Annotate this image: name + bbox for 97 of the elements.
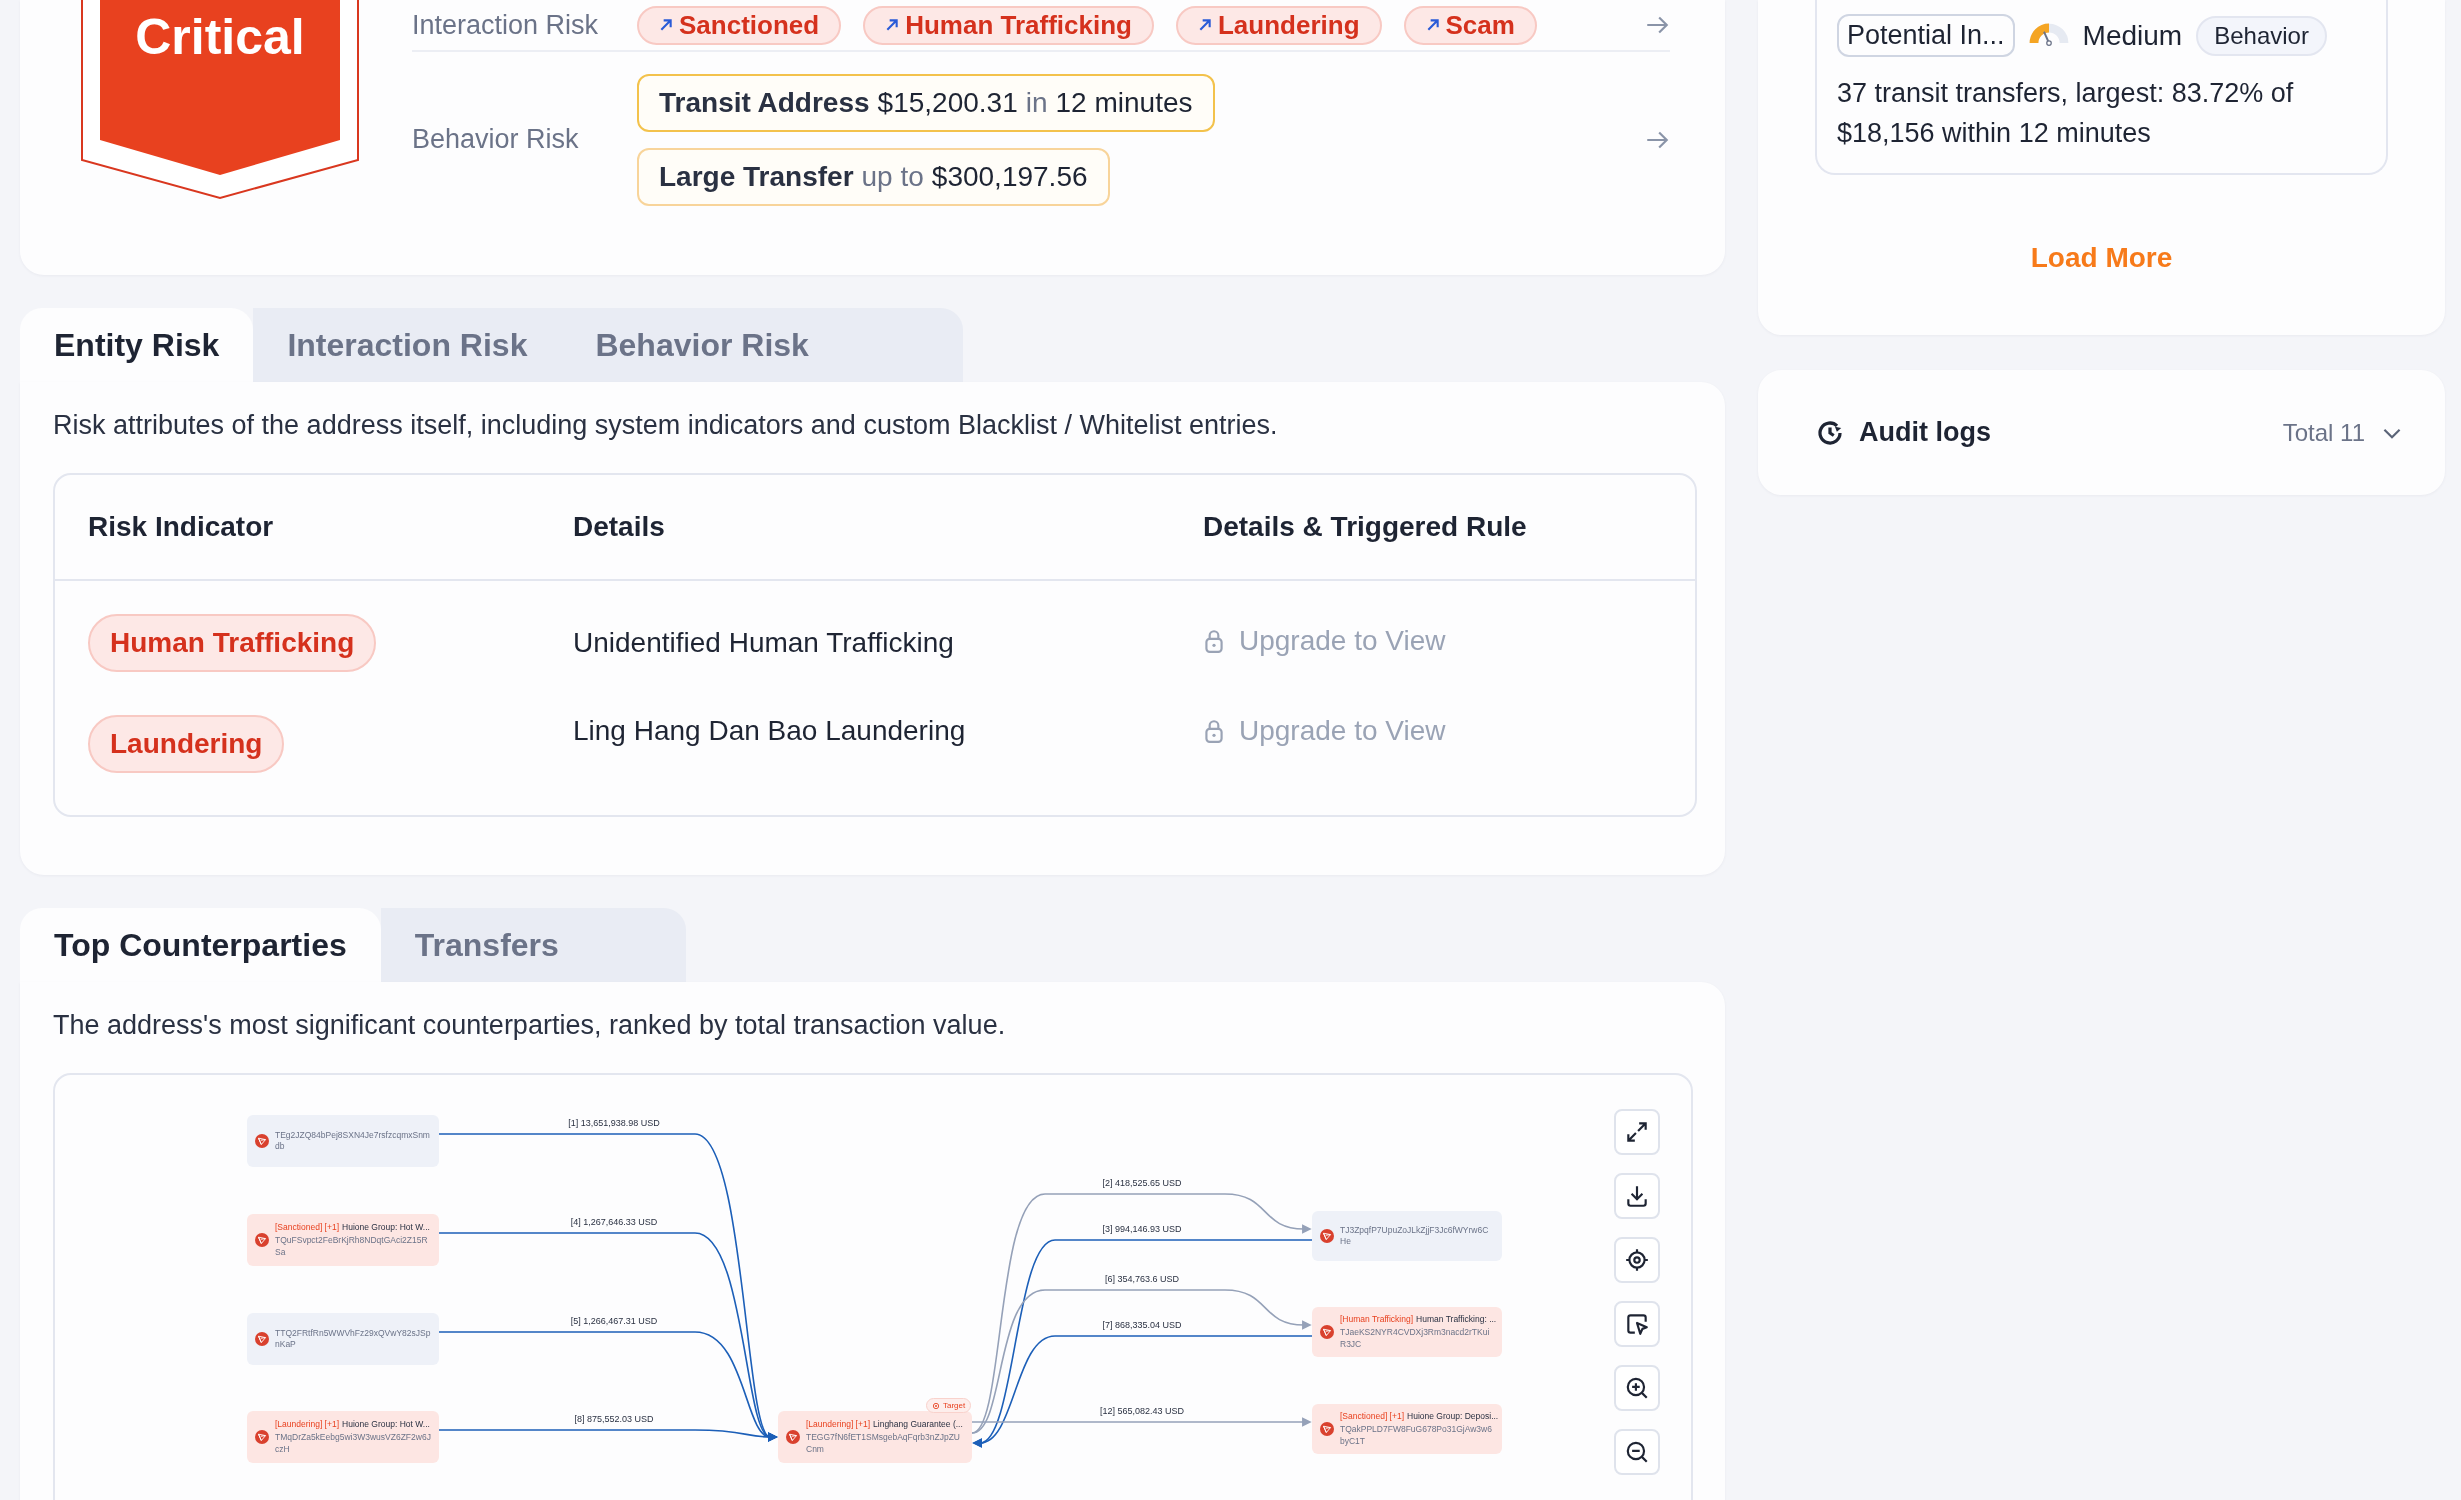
edge-label: [3] 994,146.93 USD: [1102, 1224, 1182, 1234]
tab[interactable]: Behavior Risk: [561, 308, 963, 382]
token-icon: [1320, 1229, 1334, 1243]
tab[interactable]: Interaction Risk: [253, 308, 562, 382]
severity-label: Medium: [2082, 19, 2183, 52]
section-description: Risk attributes of the address itself, including system indicators and custom Blacklist / Whitelist entries.: [53, 409, 1279, 442]
node-name: Linghang Guarantee (...: [873, 1419, 963, 1430]
node-address: TQakPPLD7FW8FuG678Po31GjAw3w6byC1T: [1340, 1424, 1493, 1447]
alert-chip: Potential In...: [1837, 14, 2015, 57]
arrow-icon: [1197, 18, 1212, 32]
alert-description: 37 transit transfers, largest: 83.72% of $18,156 within 12 minutes: [1837, 77, 2295, 150]
behavior-tag[interactable]: Large Transfer up to $300,197.56: [637, 147, 1110, 206]
target-icon: [1624, 1247, 1650, 1273]
node-address: TMqDrZa5kEebg5wi3W3wusVZ6ZF2w6JczH: [275, 1432, 431, 1455]
zoom-out-button[interactable]: [1614, 1429, 1660, 1475]
zoom-in-button[interactable]: [1614, 1365, 1660, 1411]
section-description: The address's most significant counterparties, ranked by total transaction value.: [53, 1009, 1007, 1042]
indicator-tag: Laundering: [88, 715, 285, 773]
token-icon: [255, 1332, 269, 1346]
address-node[interactable]: [Laundering] [+1] Huione Group: Hot W... TMqDrZa5kEebg5wi3W3wusVZ6ZF2w6JczH: [247, 1411, 439, 1463]
token-icon: [1320, 1422, 1334, 1436]
risk-tag[interactable]: Human Trafficking: [863, 5, 1154, 45]
lock-icon: [1203, 718, 1225, 744]
node-address: TJaeKS2NYR4CVDXj3Rm3nacd2rTKuiR3JC: [1340, 1327, 1491, 1350]
address-node[interactable]: [Laundering] [+1] Linghang Guarantee (... TEGG7fN6fET1SMsgebAqFqrb3nZJpZUCnm: [778, 1411, 972, 1463]
behavior-tag[interactable]: Transit Address $15,200.31 in 12 minutes: [637, 73, 1215, 132]
edge-label: [5] 1,266,467.31 USD: [570, 1316, 658, 1326]
address-node[interactable]: [Sanctioned] [+1] Huione Group: Hot W... TQuFSvpct2FeBrKjRh8NDqtGAci2Z15RSa: [247, 1214, 439, 1266]
indicator-tag: Human Trafficking: [88, 614, 377, 672]
arrow-icon: [659, 18, 673, 32]
edge-label: [2] 418,525.65 USD: [1102, 1178, 1182, 1188]
column-header: Details & Triggered Rule: [1203, 511, 1528, 543]
tab[interactable]: Top Counterparties: [20, 908, 381, 982]
download-icon: [1624, 1183, 1650, 1209]
edge-label: [4] 1,267,646.33 USD: [570, 1217, 658, 1227]
load-more-button[interactable]: Load More: [2024, 241, 2179, 275]
row-label: Interaction Risk: [412, 9, 600, 41]
address-node[interactable]: [Human Trafficking] Human Trafficking: ... TJaeKS2NYR4CVDXj3Rm3nacd2rTKuiR3JC: [1312, 1307, 1502, 1357]
edge-label: [6] 354,763.6 USD: [1104, 1274, 1180, 1284]
edge-label: [8] 875,552.03 USD: [574, 1414, 654, 1424]
category-chip: Behavior: [2196, 15, 2327, 56]
risk-tag[interactable]: Sanctioned: [637, 5, 842, 45]
token-icon: [786, 1430, 800, 1444]
node-address: TEGG7fN6fET1SMsgebAqFqrb3nZJpZUCnm: [806, 1432, 961, 1455]
risk-level: Critical: [134, 8, 306, 66]
token-icon: [255, 1233, 269, 1247]
arrow-icon: [1425, 18, 1440, 32]
lock-icon: [1203, 628, 1225, 654]
node-name: Huione Group: Hot W...: [342, 1222, 430, 1233]
node-name: Huione Group: Hot W...: [342, 1419, 430, 1430]
risk-tag[interactable]: Scam: [1403, 5, 1537, 45]
expand-icon: [1624, 1119, 1650, 1145]
audit-title: Audit logs: [1859, 417, 1992, 448]
node-tag: [Sanctioned] [+1]: [275, 1222, 340, 1233]
table-cell: Ling Hang Dan Bao Laundering: [573, 715, 966, 746]
token-icon: [1320, 1325, 1334, 1339]
cursor-icon: [1624, 1311, 1650, 1337]
upgrade-link[interactable]: Upgrade to View: [1203, 625, 1446, 657]
download-button[interactable]: [1614, 1173, 1660, 1219]
node-address: TTQ2FRtfRn5WWVhFz29xQVwY82sJSpnKaP: [275, 1327, 431, 1351]
target-badge: Target: [926, 1398, 972, 1413]
node-tag: [Human Trafficking]: [1340, 1314, 1414, 1325]
address-node[interactable]: TJ3ZpqfP7UpuZoJLkZjjF3Jc6fWYrw6CHe: [1312, 1211, 1502, 1261]
table-cell: Unidentified Human Trafficking: [573, 627, 954, 658]
tab[interactable]: Transfers: [380, 908, 686, 982]
gauge-icon: [2028, 23, 2069, 48]
edge-label: [1] 13,651,938.98 USD: [568, 1118, 660, 1128]
address-node[interactable]: [Sanctioned] [+1] Huione Group: Deposi... TQakPPLD7FW8FuG678Po31GjAw3w6byC1T: [1312, 1404, 1502, 1454]
node-tag: [Laundering] [+1]: [275, 1419, 340, 1430]
arrow-icon: [885, 18, 900, 32]
column-header: Risk Indicator: [88, 511, 275, 543]
node-tag: [Sanctioned] [+1]: [1340, 1411, 1405, 1422]
select-button[interactable]: [1614, 1301, 1660, 1347]
node-address: TJ3ZpqfP7UpuZoJLkZjjF3Jc6fWYrw6CHe: [1340, 1224, 1490, 1248]
audit-total: Total 11: [2282, 418, 2365, 447]
audit-logs-card[interactable]: Audit logs Total 11: [1758, 370, 2445, 495]
address-node[interactable]: TTQ2FRtfRn5WWVhFz29xQVwY82sJSpnKaP: [247, 1313, 439, 1365]
address-node[interactable]: TEg2JZQ84bPej8SXN4Je7rsfzcqmxSnmdb: [247, 1115, 439, 1167]
upgrade-link[interactable]: Upgrade to View: [1203, 715, 1446, 747]
node-name: Huione Group: Deposi...: [1407, 1411, 1499, 1422]
tab[interactable]: Entity Risk: [20, 308, 254, 382]
target-icon: [932, 1401, 940, 1410]
node-tag: [Laundering] [+1]: [806, 1419, 871, 1430]
risk-tag[interactable]: Laundering: [1175, 5, 1382, 45]
token-icon: [255, 1134, 269, 1148]
fullscreen-button[interactable]: [1614, 1109, 1660, 1155]
node-address: TQuFSvpct2FeBrKjRh8NDqtGAci2Z15RSa: [275, 1235, 429, 1258]
edge-label: [12] 565,082.43 USD: [1099, 1406, 1185, 1416]
zoom-out-icon: [1624, 1439, 1650, 1465]
edge-label: [7] 868,335.04 USD: [1102, 1320, 1182, 1330]
token-icon: [255, 1430, 269, 1444]
row-label: Behavior Risk: [412, 124, 580, 155]
locate-button[interactable]: [1614, 1237, 1660, 1283]
node-name: Human Trafficking: ...: [1416, 1314, 1497, 1325]
node-address: TEg2JZQ84bPej8SXN4Je7rsfzcqmxSnmdb: [275, 1129, 431, 1153]
zoom-in-icon: [1624, 1375, 1650, 1401]
column-header: Details: [573, 511, 666, 543]
